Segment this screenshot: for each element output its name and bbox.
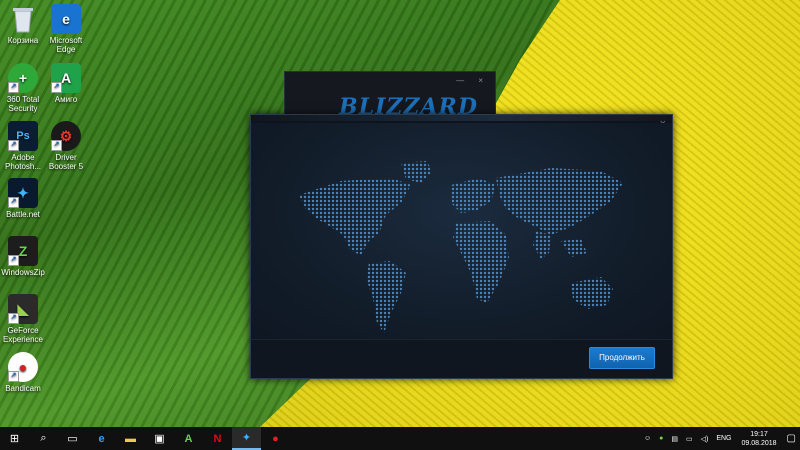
shortcut-arrow-icon: ↗ [8, 82, 19, 93]
windowszip-icon: Z ↗ [8, 236, 38, 266]
continue-button[interactable]: Продолжить [589, 347, 655, 369]
desktop-icon-label: Корзина [7, 36, 39, 45]
geforce-icon: ◣ ↗ [8, 294, 38, 324]
desktop-icon-amigo[interactable]: A ↗ Амиго [43, 63, 89, 104]
people-icon[interactable]: ☺ [644, 435, 651, 442]
desktop-icon-360-total-security[interactable]: + ↗ 360 Total Security [0, 63, 46, 113]
tray-app-icon[interactable]: ● [659, 435, 663, 442]
desktop-icon-geforce[interactable]: ◣ ↗ GeForce Experience [0, 294, 46, 344]
recycle-bin-icon [8, 4, 38, 34]
desktop-icon-recycle-bin[interactable]: Корзина [0, 4, 46, 45]
window-controls[interactable]: — × [456, 76, 489, 85]
shortcut-arrow-icon: ↗ [51, 82, 62, 93]
start-icon[interactable]: ⊞ [0, 427, 29, 450]
battery-icon[interactable]: ▭ [686, 435, 693, 443]
desktop-icon-label: Adobe Photosh... [4, 153, 42, 171]
desktop-icon-driver-booster[interactable]: ⚙ ↗ Driver Booster 5 [43, 121, 89, 171]
store-icon[interactable]: ▣ [145, 427, 174, 450]
clock-time: 19:17 [750, 430, 768, 438]
desktop-icon-label: WindowsZip [1, 268, 45, 277]
installer-window: × [250, 114, 673, 379]
desktop-icon-label: Driver Booster 5 [48, 153, 84, 171]
taskbar: ⊞ ⌕ ▭ e ▬ ▣ A N ✦ ● ☺ ● ▤ ▭ ◁) ENG 19:17… [0, 427, 800, 450]
edge-icon[interactable]: e [87, 427, 116, 450]
desktop-icon-label: Bandicam [5, 384, 41, 393]
search-icon[interactable]: ⌕ [29, 427, 58, 450]
desktop-icon-windowszip[interactable]: Z ↗ WindowsZip [0, 236, 46, 277]
language-indicator[interactable]: ENG [716, 435, 731, 442]
bandicam-icon[interactable]: ● [261, 427, 290, 450]
battlenet-icon[interactable]: ✦ [232, 427, 261, 450]
desktop-icon-label: GeForce Experience [2, 326, 44, 344]
amigo-icon[interactable]: A [174, 427, 203, 450]
world-map-graphic [299, 161, 623, 333]
installer-content [251, 123, 672, 343]
task-view-icon[interactable]: ▭ [58, 427, 87, 450]
desktop-icon-label: Battle.net [6, 210, 40, 219]
desktop-icon-battlenet[interactable]: ✦ ↗ Battle.net [0, 178, 46, 219]
shortcut-arrow-icon: ↗ [8, 197, 19, 208]
360-security-icon: + ↗ [8, 63, 38, 93]
desktop-icon-photoshop[interactable]: Ps ↗ Adobe Photosh... [0, 121, 46, 171]
photoshop-icon: Ps ↗ [8, 121, 38, 151]
amigo-icon: A ↗ [51, 63, 81, 93]
notification-icon[interactable]: ▢ [787, 433, 796, 444]
file-explorer-icon[interactable]: ▬ [116, 427, 145, 450]
installer-footer: Продолжить [251, 339, 672, 378]
clock-date: 09.08.2018 [741, 439, 777, 447]
shortcut-arrow-icon: ↗ [8, 140, 19, 151]
clock[interactable]: 19:17 09.08.2018 [742, 430, 777, 448]
bandicam-icon: ● ↗ [8, 352, 38, 382]
shortcut-arrow-icon: ↗ [51, 140, 62, 151]
battlenet-icon: ✦ ↗ [8, 178, 38, 208]
desktop-icon-label: 360 Total Security [6, 95, 40, 113]
desktop-icon-bandicam[interactable]: ● ↗ Bandicam [0, 352, 46, 393]
shortcut-arrow-icon: ↗ [8, 255, 19, 266]
installer-title-bar[interactable] [251, 115, 672, 121]
volume-icon[interactable]: ◁) [701, 435, 709, 443]
desktop-icon-edge[interactable]: e Microsoft Edge [43, 4, 89, 54]
shortcut-arrow-icon: ↗ [8, 371, 19, 382]
edge-icon: e [51, 4, 81, 34]
system-tray: ☺ ● ▤ ▭ ◁) ENG 19:17 09.08.2018 ▢ [640, 427, 800, 450]
shortcut-arrow-icon: ↗ [8, 313, 19, 324]
desktop-icon-label: Амиго [54, 95, 78, 104]
driver-booster-icon: ⚙ ↗ [51, 121, 81, 151]
desktop-icon-label: Microsoft Edge [49, 36, 83, 54]
netflix-icon[interactable]: N [203, 427, 232, 450]
network-icon[interactable]: ▤ [671, 435, 678, 443]
